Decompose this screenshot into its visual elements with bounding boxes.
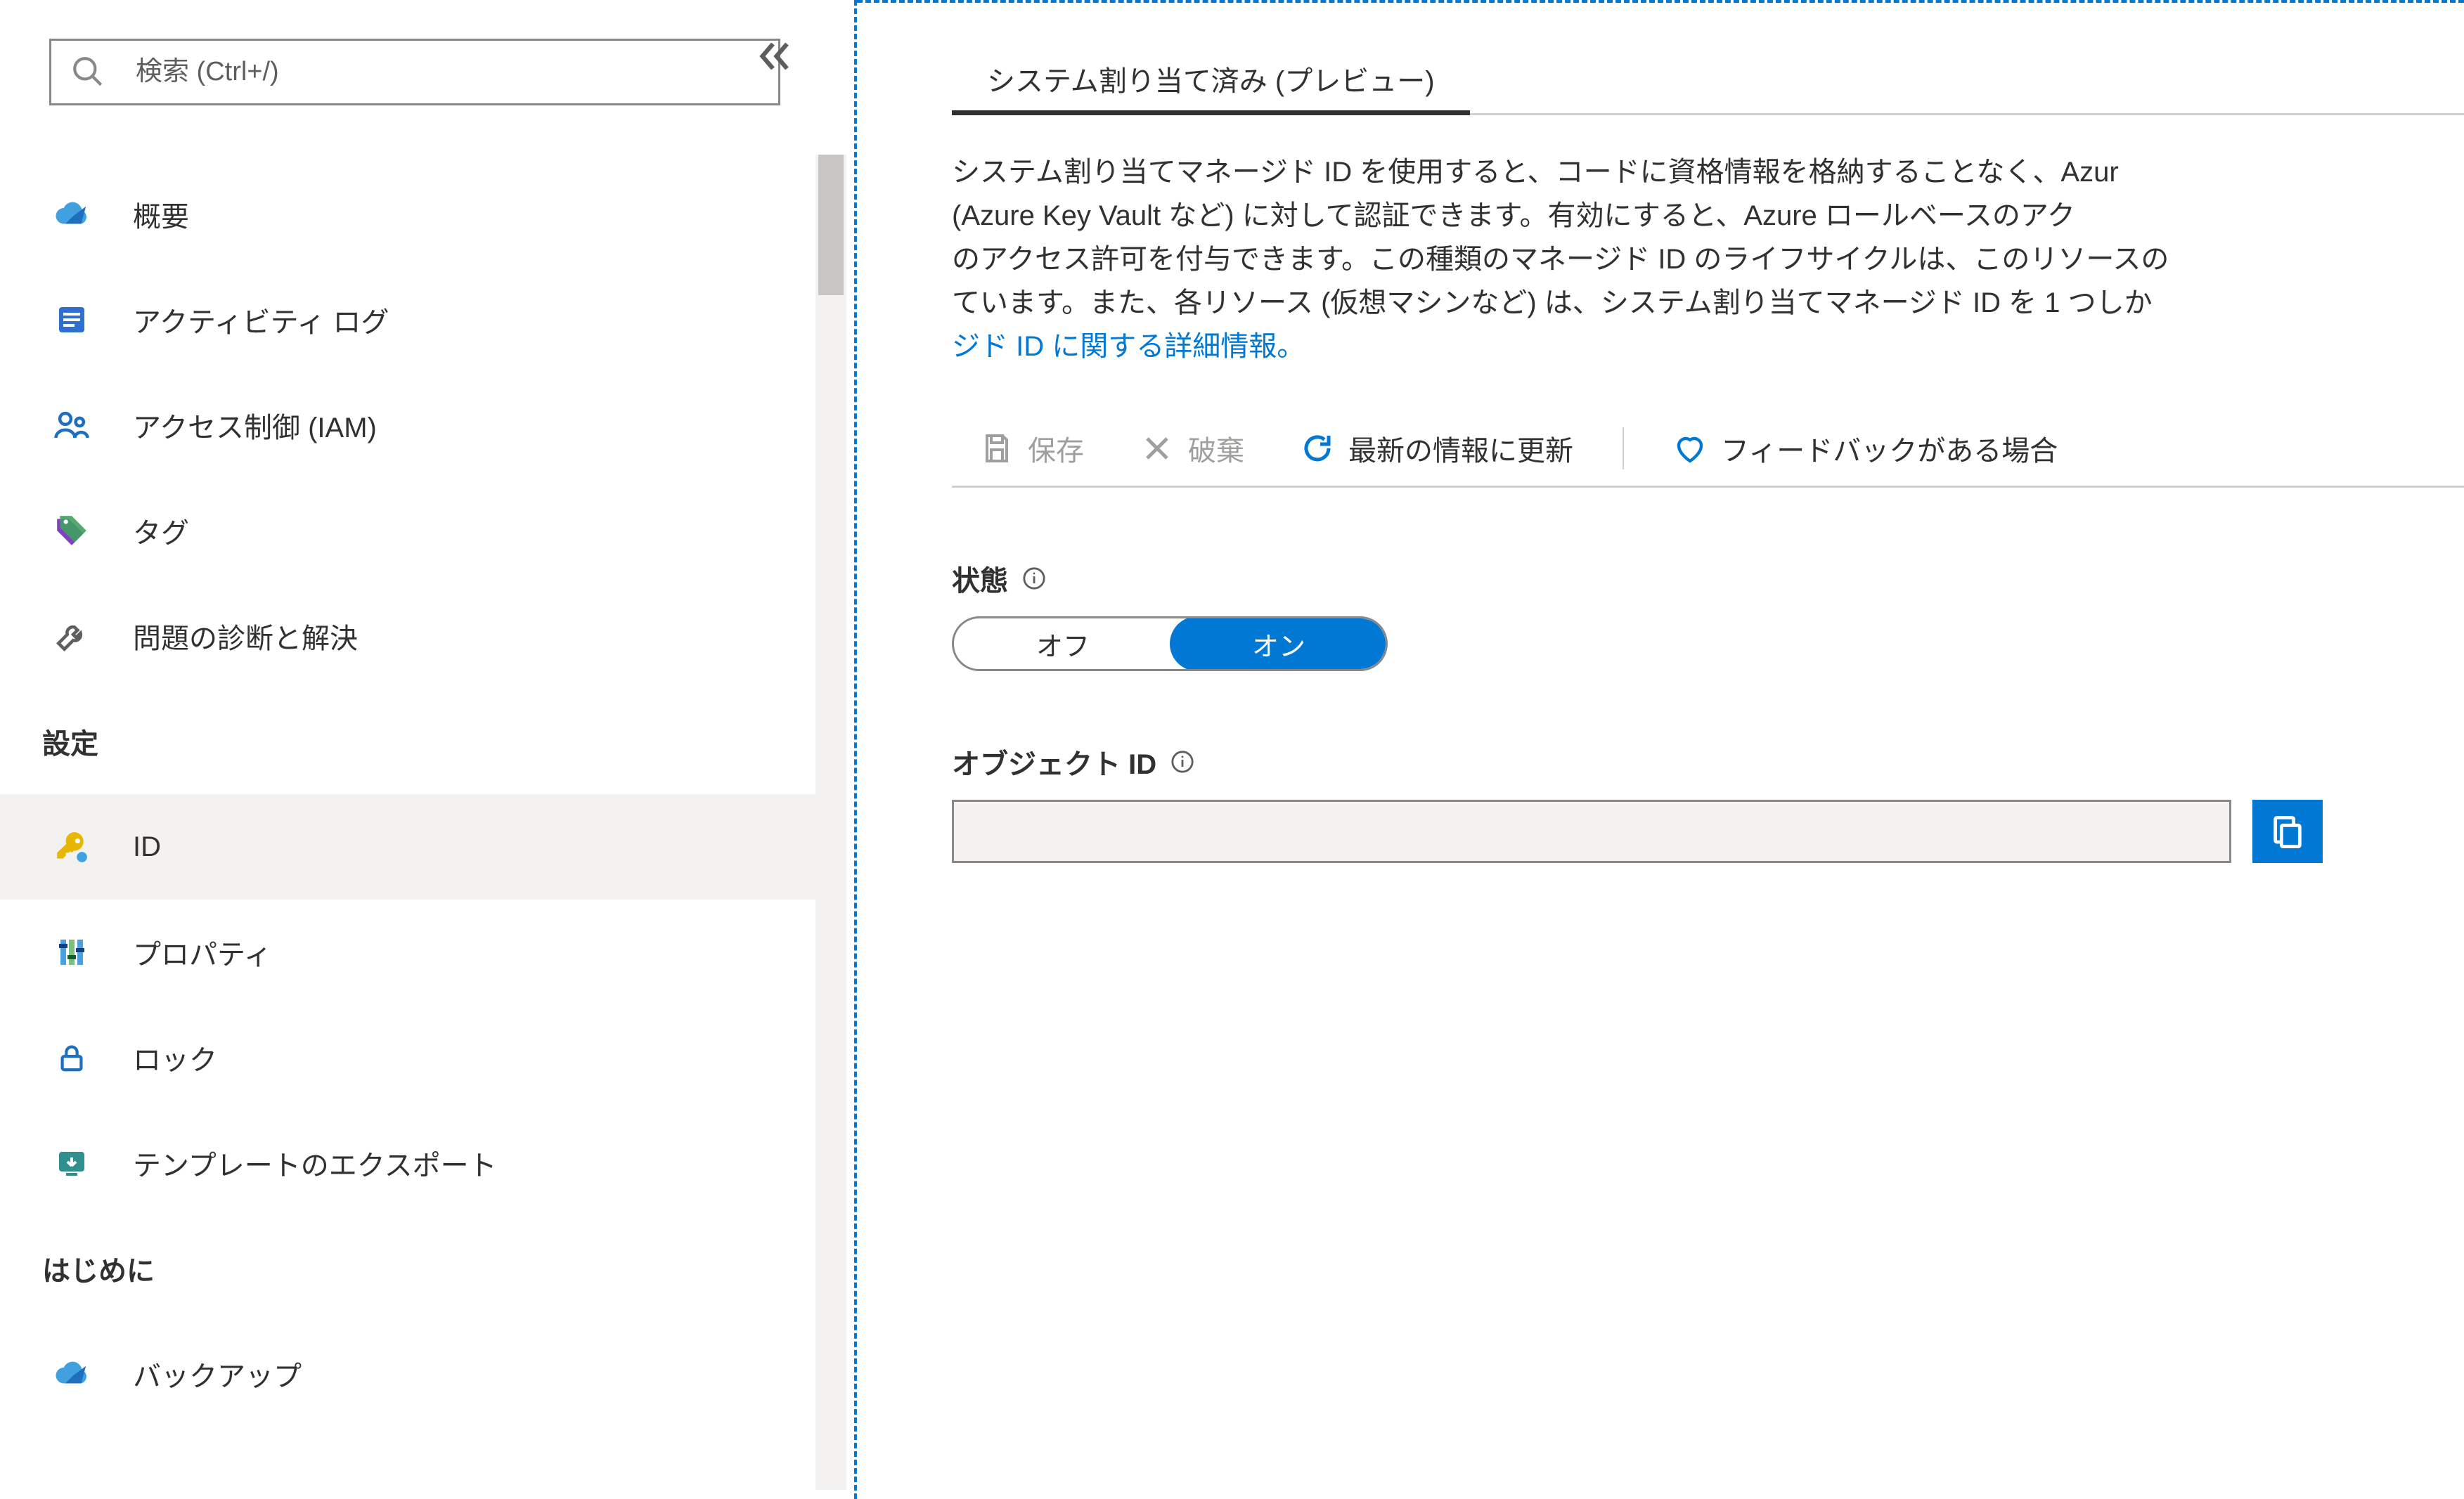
sidebar-label: アクティビティ ログ [133,299,389,340]
status-label: 状態 [952,558,1008,599]
collapse-sidebar-icon[interactable] [754,35,796,77]
export-template-icon [49,1141,94,1186]
sidebar: 概要 アクティビティ ログ アクセス制御 (IAM) タグ [0,0,857,1499]
sidebar-item-tags[interactable]: タグ [0,478,815,583]
search-icon [70,54,105,89]
refresh-icon [1301,431,1334,465]
sidebar-label: ID [133,831,161,863]
nav: 概要 アクティビティ ログ アクセス制御 (IAM) タグ [0,162,815,1427]
discard-label: 破棄 [1188,428,1244,469]
close-icon [1140,431,1174,465]
feedback-label: フィードバックがある場合 [1721,428,2058,469]
wrench-icon [49,614,94,658]
save-icon [980,431,1014,465]
refresh-button[interactable]: 最新の情報に更新 [1272,410,1601,486]
sidebar-item-diagnose[interactable]: 問題の診断と解決 [0,583,815,689]
sidebar-label: テンプレートのエクスポート [133,1143,497,1183]
sidebar-item-export-template[interactable]: テンプレートのエクスポート [0,1110,815,1216]
description-text: (Azure Key Vault など) に対して認証できます。有効にすると、A… [952,200,2075,231]
status-toggle-on[interactable]: オン [1170,616,1388,671]
description-text: のアクセス許可を付与できます。この種類のマネージド ID のライフサイクルは、こ… [952,244,2169,275]
save-label: 保存 [1028,428,1084,469]
status-toggle[interactable]: オフ オン [952,616,1388,671]
backup-cloud-icon [49,1351,94,1396]
sidebar-scrollbar-track[interactable] [815,155,846,1490]
tab-system-assigned[interactable]: システム割り当て済み (プレビュー) [952,58,1470,113]
search-input[interactable] [49,39,780,105]
sidebar-label: プロパティ [133,932,272,973]
sidebar-item-locks[interactable]: ロック [0,1005,815,1110]
save-button: 保存 [952,410,1112,486]
identity-tab-row: システム割り当て済み (プレビュー) [952,52,2464,115]
discard-button: 破棄 [1112,410,1272,486]
cloud-icon [49,192,94,237]
sliders-icon [49,930,94,975]
toolbar-divider [1623,427,1624,469]
sidebar-item-backup[interactable]: バックアップ [0,1321,815,1427]
status-field: 状態 オフ オン [952,558,2464,671]
main-content: システム割り当て済み (プレビュー) システム割り当てマネージド ID を使用す… [857,0,2464,1499]
object-id-value[interactable] [952,800,2231,863]
info-icon[interactable] [1022,566,1046,590]
description-text: システム割り当てマネージド ID を使用すると、コードに資格情報を格納することな… [952,157,2119,188]
sidebar-item-overview[interactable]: 概要 [0,162,815,267]
section-header-getting-started: はじめに [0,1216,815,1321]
sidebar-item-identity[interactable]: ID [0,794,815,900]
copy-button[interactable] [2252,800,2323,863]
object-id-label: オブジェクト ID [952,741,1156,782]
sidebar-item-properties[interactable]: プロパティ [0,900,815,1005]
description-text: ています。また、各リソース (仮想マシンなど) は、システム割り当てマネージド … [952,287,2153,318]
key-icon [49,824,94,869]
sidebar-item-activity-log[interactable]: アクティビティ ログ [0,267,815,372]
lock-icon [49,1035,94,1080]
sidebar-inner: 概要 アクティビティ ログ アクセス制御 (IAM) タグ [0,0,815,1499]
people-icon [49,403,94,448]
sidebar-label: 問題の診断と解決 [133,616,358,656]
log-icon [49,297,94,342]
identity-description: システム割り当てマネージド ID を使用すると、コードに資格情報を格納することな… [952,150,2464,368]
identity-toolbar: 保存 破棄 最新の情報に更新 フィードバックがある場合 [952,410,2464,488]
sidebar-label: 概要 [133,194,189,235]
search-wrap [49,39,780,105]
sidebar-label: ロック [133,1037,217,1078]
heart-icon [1673,431,1707,465]
sidebar-label: タグ [133,510,189,551]
object-id-field: オブジェクト ID [952,741,2464,863]
section-header-settings: 設定 [0,689,815,794]
status-toggle-off[interactable]: オフ [954,618,1172,669]
sidebar-scrollbar-thumb[interactable] [818,155,844,295]
tags-icon [49,508,94,553]
sidebar-item-iam[interactable]: アクセス制御 (IAM) [0,372,815,478]
sidebar-label: アクセス制御 (IAM) [133,405,377,446]
refresh-label: 最新の情報に更新 [1348,428,1573,469]
info-icon[interactable] [1170,750,1194,774]
managed-id-learn-more-link[interactable]: ジド ID に関する詳細情報。 [952,331,1305,362]
feedback-button[interactable]: フィードバックがある場合 [1645,410,2086,486]
sidebar-label: バックアップ [133,1354,302,1394]
copy-icon [2269,813,2306,850]
